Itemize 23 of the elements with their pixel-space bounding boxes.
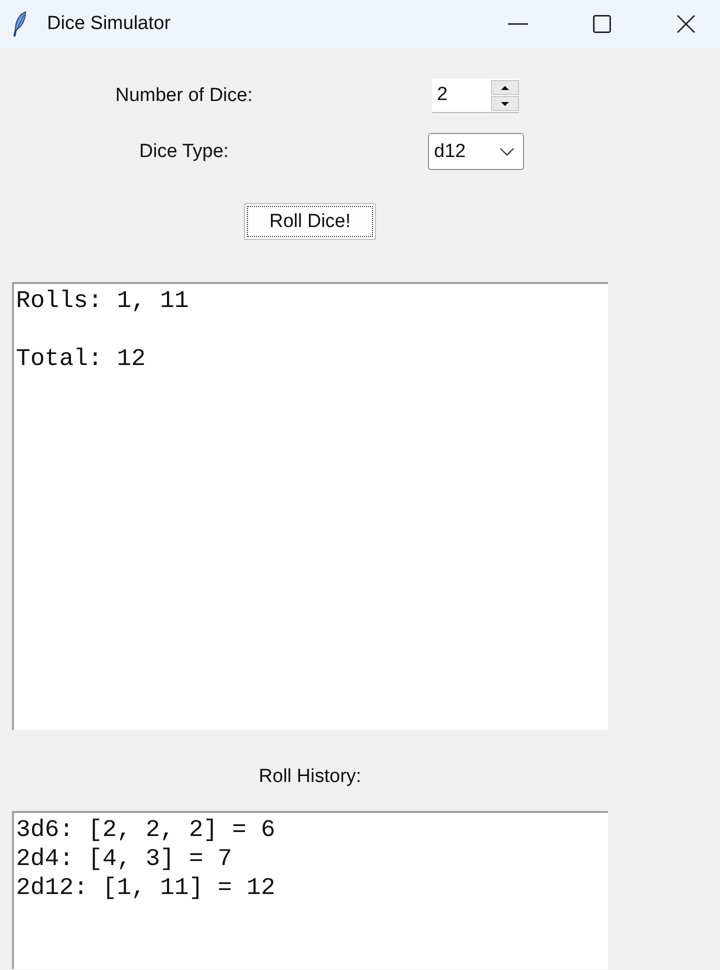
results-text-area[interactable]: Rolls: 1, 11 Total: 12	[12, 282, 608, 730]
close-icon	[677, 15, 695, 33]
roll-dice-button[interactable]: Roll Dice!	[244, 203, 376, 240]
chevron-down-icon	[500, 148, 514, 156]
dice-type-label: Dice Type:	[139, 140, 229, 162]
caret-up-icon	[501, 86, 509, 90]
caret-down-icon	[501, 102, 509, 106]
roll-history-text-area[interactable]: 3d6: [2, 2, 2] = 6 2d4: [4, 3] = 7 2d12: [1, 11] = 12	[12, 811, 608, 969]
total-line: Total: 12	[16, 345, 146, 374]
rolls-line: Rolls: 1, 11	[16, 287, 189, 316]
roll-history-label: Roll History:	[258, 766, 362, 788]
spin-down-button[interactable]	[491, 96, 519, 111]
feather-icon	[12, 11, 28, 37]
dice-count-label: Number of Dice:	[115, 85, 253, 107]
minimize-icon	[508, 23, 528, 25]
maximize-icon	[593, 15, 611, 33]
spin-up-button[interactable]	[491, 80, 519, 95]
history-entry: 2d4: [4, 3] = 7	[16, 845, 232, 874]
dice-type-dropdown[interactable]: d12	[428, 133, 524, 170]
window-title: Dice Simulator	[47, 13, 171, 35]
history-entry: 3d6: [2, 2, 2] = 6	[16, 816, 276, 845]
history-entry: 2d12: [1, 11] = 12	[16, 874, 276, 903]
dice-count-field[interactable]: 2	[432, 79, 489, 113]
